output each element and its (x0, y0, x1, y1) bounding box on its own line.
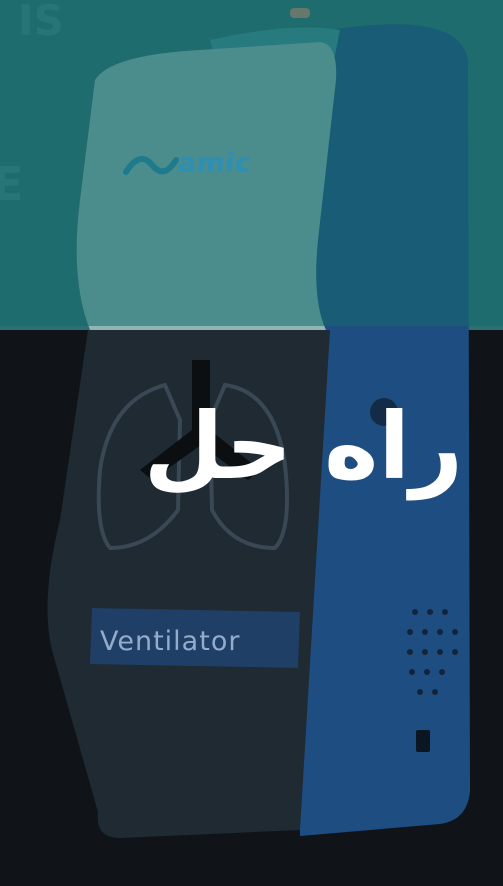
device-label: Ventilator (100, 626, 241, 657)
brand-logo-text: amic (176, 148, 254, 179)
headline: راه حل (143, 393, 463, 500)
